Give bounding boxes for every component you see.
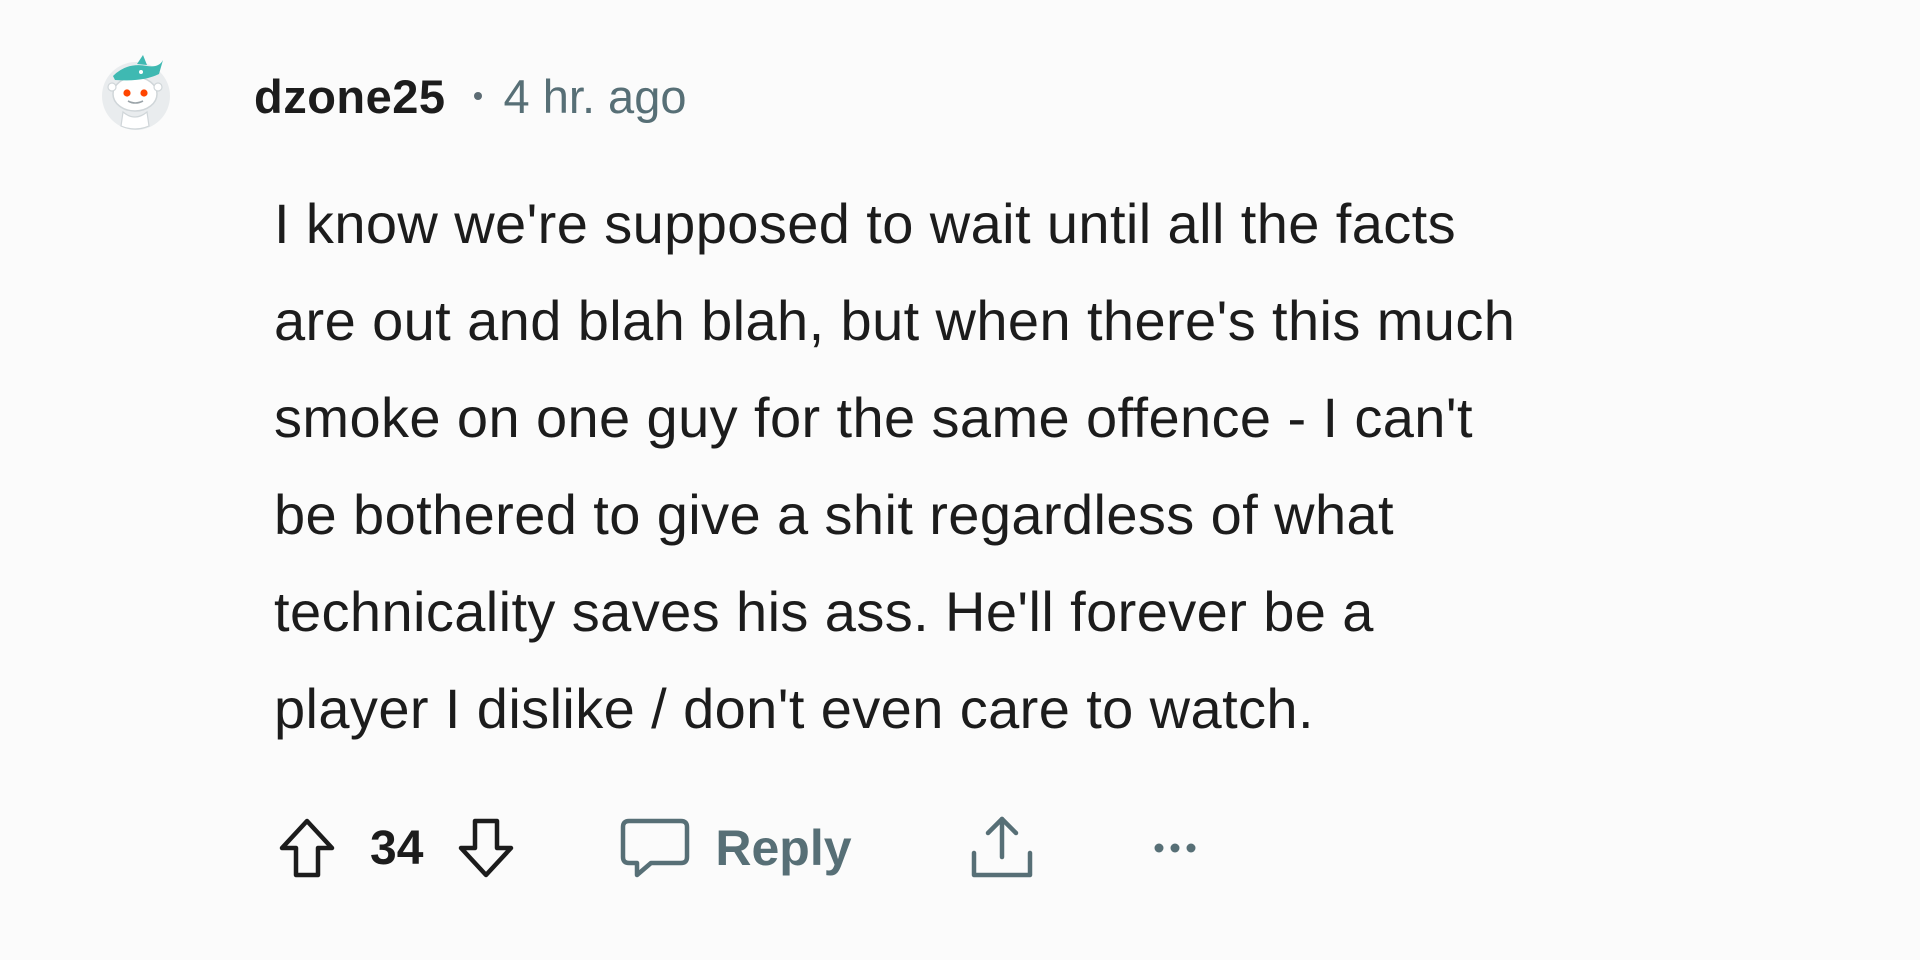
upvote-button[interactable] [274, 815, 340, 881]
comment-icon [621, 818, 690, 878]
downvote-button[interactable] [453, 815, 519, 881]
more-options-button[interactable] [1150, 838, 1200, 858]
comment-timestamp[interactable]: 4 hr. ago [504, 69, 687, 124]
reply-button[interactable]: Reply [617, 815, 852, 881]
snoo-avatar-icon [102, 55, 170, 130]
upvote-icon [279, 818, 335, 878]
user-avatar[interactable] [97, 52, 175, 132]
author-username[interactable]: dzone25 [254, 69, 446, 124]
vote-score: 34 [370, 821, 424, 875]
comment: dzone25 4 hr. ago I know we're supposed … [0, 0, 1920, 960]
downvote-icon [459, 818, 514, 878]
more-options-icon [1154, 843, 1196, 853]
comment-meta: dzone25 4 hr. ago [254, 66, 686, 126]
separator-dot [473, 92, 482, 100]
share-icon [971, 816, 1032, 878]
reply-label: Reply [715, 820, 852, 876]
comment-body: I know we're supposed to wait until all … [274, 192, 1516, 740]
share-button[interactable] [964, 813, 1040, 883]
comment-actions: 34 Reply [274, 808, 1200, 888]
